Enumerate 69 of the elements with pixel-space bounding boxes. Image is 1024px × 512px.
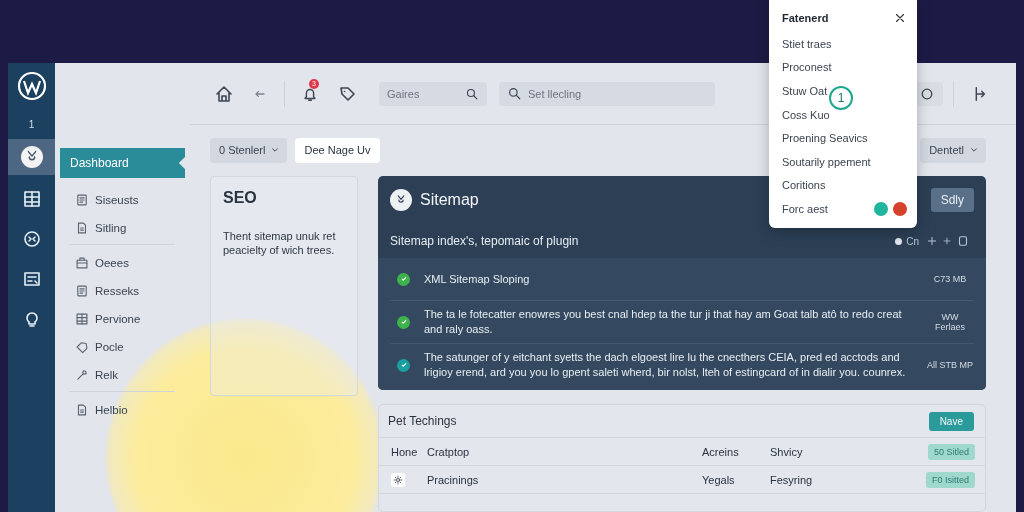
table-cell-text: Yegals bbox=[702, 473, 736, 486]
sidebar-item[interactable]: Resseks bbox=[55, 279, 190, 303]
box-icon bbox=[75, 256, 89, 270]
grid-icon bbox=[21, 189, 42, 209]
menu-title: Fatenerd bbox=[782, 12, 829, 24]
menu-count: 1 bbox=[28, 117, 35, 132]
sidebar-item[interactable]: Sitling bbox=[55, 216, 190, 240]
menu-item[interactable]: Proconest bbox=[782, 61, 832, 74]
menu-item[interactable]: Stiet traes bbox=[782, 37, 832, 50]
table-cell-text: Acreins bbox=[702, 445, 740, 458]
table-cell-text: Hone bbox=[391, 445, 419, 458]
table-cell-text: Fesyring bbox=[770, 473, 814, 486]
row-text: The ta le fotecatter enowres you best cnal hdep ta the tur ji that hay am Goat talb atô to redo creat and raly oass. bbox=[424, 307, 903, 337]
table-cell-text: Shvicy bbox=[770, 445, 804, 458]
search-icon bbox=[507, 86, 522, 101]
status-chip: F0 Isitted bbox=[926, 471, 975, 488]
search-field[interactable]: Set llecling bbox=[499, 81, 715, 106]
sidebar-item[interactable]: Pervione bbox=[55, 307, 190, 331]
rail-item[interactable] bbox=[8, 139, 55, 175]
card-title: Pet Techings bbox=[388, 414, 457, 428]
filter-dropdown[interactable]: Dentetl bbox=[920, 137, 986, 163]
card-text: Thent sitemap unuk ret peacielty of wich trees. bbox=[223, 229, 337, 258]
menu-item[interactable]: Coss Kuo bbox=[782, 108, 830, 121]
row-meta: WW Ferlaes bbox=[934, 312, 966, 332]
logo-icon[interactable] bbox=[16, 71, 47, 101]
close-icon[interactable] bbox=[893, 11, 907, 25]
menu-item[interactable]: Soutarily ppement bbox=[782, 155, 871, 168]
sidebar-item[interactable]: Siseusts bbox=[55, 188, 190, 212]
search-input[interactable]: Set llecling bbox=[528, 87, 707, 100]
toggle-dot-icon[interactable] bbox=[895, 237, 903, 245]
card-subtitle: Sitemap index's, tepomaic of plugin bbox=[390, 234, 579, 248]
search-field[interactable]: Gaires bbox=[379, 81, 487, 106]
row-meta: All STB MP bbox=[926, 360, 974, 370]
search-icon bbox=[465, 86, 479, 101]
wrench-icon bbox=[75, 368, 89, 382]
row-text: The satunger of y eitchant syetts the dach elgoest lire lu the cnecthers CEIA, pred ed acctods and lrigioy erend, ard you you lo gpent saleti wherd, bir nolst, lteh of estingcard of in dialir you. counrex. bbox=[424, 350, 907, 380]
sidebar-item[interactable]: Relk bbox=[55, 363, 190, 387]
sidebar-item[interactable]: Dashboard bbox=[60, 148, 185, 178]
document-icon bbox=[75, 221, 89, 235]
control-label[interactable]: Cn bbox=[906, 235, 919, 247]
square-icon[interactable] bbox=[956, 234, 970, 248]
sidebar-item[interactable]: Oeees bbox=[55, 251, 190, 275]
page-button[interactable]: Dee Nage Uv bbox=[295, 137, 380, 163]
sidebar-item[interactable]: Helbio bbox=[55, 398, 190, 422]
row-text: XML Sitemap Sloping bbox=[424, 271, 531, 287]
step-marker: 1 bbox=[829, 86, 853, 110]
menu-item[interactable]: Stuw Oat bbox=[782, 85, 828, 97]
tag-icon bbox=[75, 340, 89, 354]
page-icon bbox=[75, 284, 89, 298]
row-meta: C73 MB bbox=[932, 274, 968, 284]
menu-item[interactable]: Forc aest bbox=[782, 202, 828, 215]
plus-icon[interactable] bbox=[926, 235, 938, 247]
plus-icon[interactable] bbox=[942, 236, 952, 246]
sidebar-item[interactable]: Pocle bbox=[55, 335, 190, 359]
table-cell-text: Cratptop bbox=[427, 445, 471, 458]
card-title: SEO bbox=[223, 189, 258, 207]
page-icon bbox=[75, 193, 89, 207]
card-title: Sitemap bbox=[420, 191, 479, 209]
menu-item[interactable]: Coritions bbox=[782, 179, 826, 192]
menu-item[interactable]: Proening Seavics bbox=[782, 132, 868, 145]
home-icon[interactable] bbox=[214, 83, 234, 104]
grid-icon bbox=[75, 312, 89, 326]
filter-dropdown[interactable]: 0 Stenlerl bbox=[210, 137, 288, 163]
card-icon bbox=[21, 269, 42, 289]
table-cell-text: Pracinings bbox=[427, 473, 480, 486]
status-chip: 50 Sitled bbox=[927, 443, 975, 460]
search-input[interactable]: Gaires bbox=[387, 87, 459, 100]
card-button[interactable]: Sdly bbox=[930, 188, 974, 212]
document-icon bbox=[75, 403, 89, 417]
